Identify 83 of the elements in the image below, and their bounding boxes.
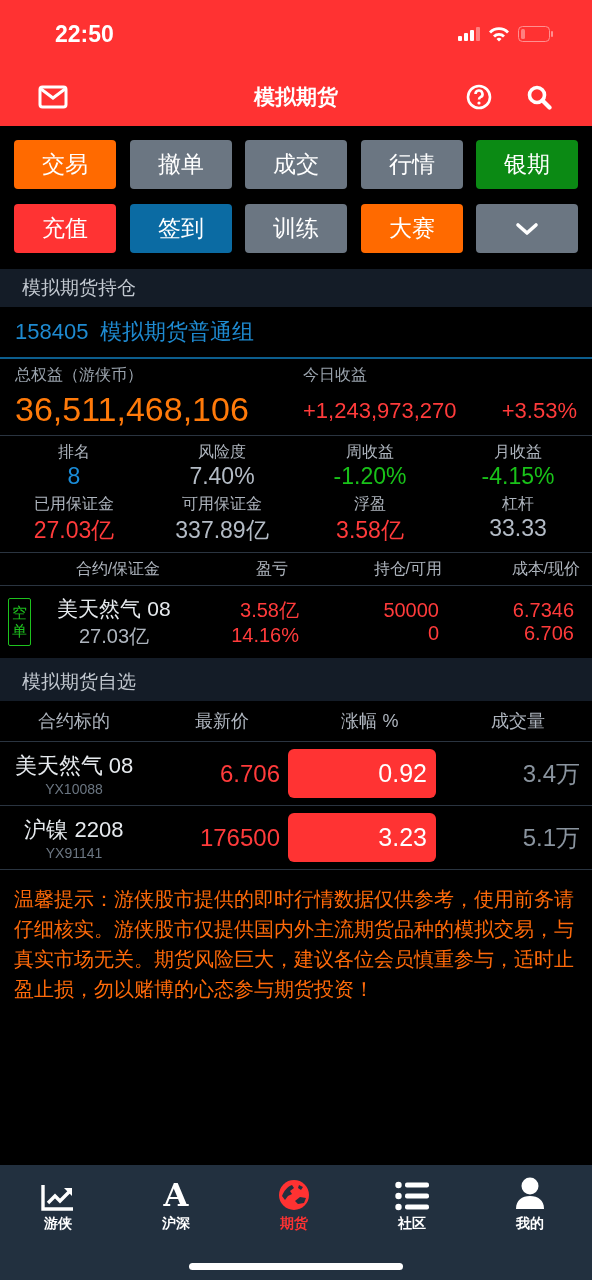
stat-value: 337.89亿 <box>175 516 269 545</box>
tab-item[interactable]: 我的 <box>490 1175 570 1233</box>
stat-value: 7.40% <box>189 463 255 490</box>
column-header: 最新价 <box>194 710 250 733</box>
tab-item[interactable]: 社区 <box>372 1175 452 1233</box>
stat-label: 周收益 <box>346 442 394 462</box>
person-icon <box>515 1177 545 1211</box>
stat-label: 月收益 <box>494 442 542 462</box>
stat-value: 33.33 <box>489 515 547 542</box>
account-id: 158405 <box>15 319 89 345</box>
latest-price: 6.706 <box>218 759 281 788</box>
section-header: 模拟期货自选 <box>0 663 592 701</box>
column-header: 合约/保证金 <box>74 558 162 579</box>
latest-price: 176500 <box>198 823 281 852</box>
action-button[interactable]: 撤单 <box>129 140 232 189</box>
stat-value: 3.58亿 <box>336 516 404 545</box>
search-icon[interactable] <box>526 84 552 110</box>
column-header: 涨幅 % <box>340 710 400 733</box>
stat-label: 风险度 <box>198 442 246 462</box>
action-button[interactable]: 成交 <box>245 140 347 189</box>
pnl-value: 3.58亿 <box>240 598 299 623</box>
contract-code: YX10088 <box>45 780 103 797</box>
stat-label: 排名 <box>58 442 90 462</box>
equity-label: 总权益（游侠币） <box>15 365 144 385</box>
list-icon <box>395 1181 429 1211</box>
stat-label: 已用保证金 <box>34 494 114 514</box>
notice-text: 温馨提示：游侠股市提供的即时行情数据仅供参考，使用前务请仔细核实。游侠股市仅提供国内外主流期货品种的模拟交易，与真实市场无关。期货风险巨大，建议各位会员慎重参与，适时止盈止损，勿以赌博的心态参与期货投资！ <box>13 887 575 1002</box>
account-group: 模拟期货普通组 <box>100 317 255 347</box>
tab-item[interactable]: A 沪深 <box>136 1175 216 1233</box>
margin-value: 27.03亿 <box>78 623 150 649</box>
action-button[interactable]: 行情 <box>360 140 463 189</box>
contract-name: 美天然气 08 <box>14 751 134 780</box>
stat-label: 可用保证金 <box>182 494 262 514</box>
stat-label: 浮盈 <box>354 494 386 514</box>
column-header: 持仓/可用 <box>372 558 442 579</box>
available-value: 0 <box>427 622 439 645</box>
equity-value: 36,511,468,106 <box>15 390 249 429</box>
stat-label: 杠杆 <box>502 494 534 514</box>
wifi-icon <box>488 26 510 42</box>
action-button[interactable]: 训练 <box>245 204 347 253</box>
cost-value: 6.7346 <box>512 599 574 622</box>
action-button[interactable]: 交易 <box>14 140 116 189</box>
holding-value: 50000 <box>383 599 439 622</box>
tab-item[interactable]: 游侠 <box>18 1175 98 1233</box>
change-badge: 3.23 <box>288 813 436 862</box>
stat-value: 27.03亿 <box>33 516 115 545</box>
action-button[interactable]: 银期 <box>476 140 578 189</box>
today-profit: +1,243,973,270 <box>303 398 457 424</box>
contract-code: YX91141 <box>45 844 103 861</box>
today-label: 今日收益 <box>303 365 368 385</box>
column-header: 成本/现价 <box>510 558 580 579</box>
letter-icon: A <box>163 1179 189 1211</box>
volume-value: 5.1万 <box>521 822 581 853</box>
page-title: 模拟期货 <box>254 84 338 110</box>
chevron-down-icon <box>515 221 539 236</box>
help-icon[interactable] <box>466 84 492 110</box>
contract-name: 沪镍 2208 <box>24 815 124 844</box>
stat-value: 8 <box>67 463 81 490</box>
action-button[interactable]: 签到 <box>129 204 232 253</box>
column-header: 盈亏 <box>255 558 288 579</box>
chart-icon <box>41 1183 75 1211</box>
column-header: 合约标的 <box>37 710 111 733</box>
signal-icon <box>458 27 480 41</box>
battery-icon <box>518 26 554 42</box>
today-percent: +3.53% <box>501 398 577 424</box>
stat-value: -4.15% <box>481 463 555 490</box>
mail-icon[interactable] <box>38 85 68 109</box>
contract-name: 美天然气 08 <box>57 595 171 622</box>
change-badge: 0.92 <box>288 749 436 798</box>
price-value: 6.706 <box>523 622 574 645</box>
action-button[interactable]: 充值 <box>14 204 116 253</box>
section-header: 模拟期货持仓 <box>0 269 592 307</box>
volume-value: 3.4万 <box>521 758 581 789</box>
pnl-percent: 14.16% <box>231 624 299 647</box>
column-header: 成交量 <box>490 710 546 733</box>
watchlist-row[interactable]: 沪镍 2208 YX91141 176500 3.23 5.1万 <box>0 806 592 870</box>
stat-value: -1.20% <box>333 463 407 490</box>
watchlist-row[interactable]: 美天然气 08 YX10088 6.706 0.92 3.4万 <box>0 742 592 806</box>
globe-icon <box>278 1179 310 1211</box>
position-side-tag: 空单 <box>8 598 31 646</box>
action-button[interactable]: 大赛 <box>360 204 463 253</box>
tab-item[interactable]: 期货 <box>254 1175 334 1233</box>
status-time: 22:50 <box>55 20 114 48</box>
